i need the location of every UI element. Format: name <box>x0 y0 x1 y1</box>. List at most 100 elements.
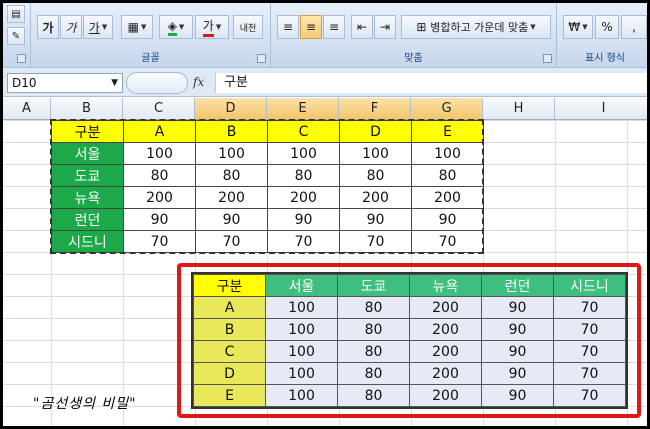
table-cell[interactable]: 도쿄 <box>337 274 410 297</box>
column-header-g[interactable]: G <box>411 98 483 120</box>
clipboard-launcher-icon[interactable] <box>17 54 26 63</box>
table-cell[interactable]: 80 <box>337 340 410 363</box>
table-cell[interactable]: 200 <box>339 186 412 209</box>
table-cell[interactable]: 90 <box>411 208 484 231</box>
table-cell[interactable]: 200 <box>267 186 340 209</box>
table-cell[interactable]: A <box>193 296 266 319</box>
column-header-e[interactable]: E <box>267 98 339 120</box>
table-cell[interactable]: 90 <box>267 208 340 231</box>
table-cell[interactable]: 100 <box>339 142 412 165</box>
column-header-f[interactable]: F <box>339 98 411 120</box>
table-cell[interactable]: 70 <box>553 318 626 341</box>
table-cell[interactable]: 뉴욕 <box>51 186 124 209</box>
column-header-h[interactable]: H <box>483 98 555 120</box>
table-cell[interactable]: E <box>193 384 266 407</box>
underline-button[interactable]: 가 ▼ <box>83 15 113 39</box>
table-cell[interactable]: 90 <box>481 362 554 385</box>
table-cell[interactable]: D <box>339 120 412 143</box>
copy-icon[interactable]: ▤ <box>7 5 25 23</box>
column-header-c[interactable]: C <box>123 98 195 120</box>
increase-indent-icon[interactable]: ⇥ <box>374 15 396 39</box>
table-cell[interactable]: 런던 <box>51 208 124 231</box>
table-cell[interactable]: 70 <box>339 230 412 253</box>
table-cell[interactable]: 100 <box>265 296 338 319</box>
table-cell[interactable]: A <box>123 120 196 143</box>
table-cell[interactable]: 80 <box>123 164 196 187</box>
table-cell[interactable]: 100 <box>195 142 268 165</box>
table-cell[interactable]: 70 <box>123 230 196 253</box>
table-cell[interactable]: 시드니 <box>51 230 124 253</box>
table-cell[interactable]: 200 <box>409 362 482 385</box>
table-cell[interactable]: 80 <box>337 296 410 319</box>
table-cell[interactable]: 90 <box>481 296 554 319</box>
chevron-down-icon[interactable]: ▼ <box>111 74 118 92</box>
align-launcher-icon[interactable] <box>543 54 552 63</box>
table-cell[interactable]: 70 <box>553 340 626 363</box>
table-cell[interactable]: 70 <box>553 362 626 385</box>
table-cell[interactable]: 90 <box>481 384 554 407</box>
table-cell[interactable]: 80 <box>411 164 484 187</box>
table-cell[interactable]: 100 <box>265 362 338 385</box>
table-cell[interactable]: 구분 <box>193 274 266 297</box>
formula-controls[interactable] <box>126 72 188 94</box>
table-cell[interactable]: 70 <box>553 384 626 407</box>
table-cell[interactable]: 200 <box>411 186 484 209</box>
column-header-d[interactable]: D <box>195 98 267 120</box>
font-launcher-icon[interactable] <box>257 54 266 63</box>
column-header-b[interactable]: B <box>51 98 123 120</box>
table-cell[interactable]: 80 <box>339 164 412 187</box>
table-cell[interactable]: 서울 <box>265 274 338 297</box>
table-cell[interactable]: 런던 <box>481 274 554 297</box>
table-cell[interactable]: 80 <box>267 164 340 187</box>
name-box[interactable]: D10 ▼ <box>7 73 123 93</box>
italic-button[interactable]: 가 <box>60 15 82 39</box>
insert-function-icon[interactable]: fx <box>193 75 204 89</box>
table-cell[interactable]: 뉴욕 <box>409 274 482 297</box>
decrease-indent-icon[interactable]: ⇤ <box>351 15 373 39</box>
table-cell[interactable]: 90 <box>481 318 554 341</box>
table-cell[interactable]: 100 <box>265 384 338 407</box>
bold-button[interactable]: 가 <box>37 15 59 39</box>
table-cell[interactable]: 200 <box>409 340 482 363</box>
border-button[interactable]: ▦ ▼ <box>121 15 153 39</box>
table-cell[interactable]: 200 <box>409 318 482 341</box>
table-cell[interactable]: 80 <box>337 362 410 385</box>
align-right-icon[interactable]: ≡ <box>323 15 345 39</box>
table-cell[interactable]: 90 <box>481 340 554 363</box>
table-cell[interactable]: 200 <box>195 186 268 209</box>
font-color-button[interactable]: 가 ▼ <box>195 15 229 39</box>
table-cell[interactable]: B <box>193 318 266 341</box>
table-cell[interactable]: 80 <box>337 384 410 407</box>
table-cell[interactable]: 시드니 <box>553 274 626 297</box>
table-cell[interactable]: 70 <box>195 230 268 253</box>
table-cell[interactable]: E <box>411 120 484 143</box>
format-painter-icon[interactable]: ✎ <box>7 27 25 45</box>
align-center-icon[interactable]: ≡ <box>300 15 322 39</box>
column-header-a[interactable]: A <box>3 98 51 120</box>
table-cell[interactable]: 100 <box>411 142 484 165</box>
comma-button[interactable]: , <box>621 15 647 39</box>
table-cell[interactable]: 70 <box>267 230 340 253</box>
table-cell[interactable]: C <box>267 120 340 143</box>
table-cell[interactable]: 80 <box>195 164 268 187</box>
table-cell[interactable]: 80 <box>337 318 410 341</box>
table-cell[interactable]: C <box>193 340 266 363</box>
percent-button[interactable]: % <box>595 15 619 39</box>
table-cell[interactable]: 70 <box>553 296 626 319</box>
column-header-i[interactable]: I <box>555 98 647 120</box>
align-left-icon[interactable]: ≡ <box>277 15 299 39</box>
formula-input[interactable]: 구분 <box>215 73 647 93</box>
table-cell[interactable]: 90 <box>123 208 196 231</box>
table-cell[interactable]: 70 <box>411 230 484 253</box>
fill-color-button[interactable]: ◈ ▼ <box>159 15 193 39</box>
table-cell[interactable]: 100 <box>265 318 338 341</box>
table-cell[interactable]: D <box>193 362 266 385</box>
table-cell[interactable]: 서울 <box>51 142 124 165</box>
table-cell[interactable]: 100 <box>265 340 338 363</box>
table-cell[interactable]: 90 <box>195 208 268 231</box>
phonetic-button[interactable]: 내천 <box>233 15 263 39</box>
table-cell[interactable]: 200 <box>123 186 196 209</box>
currency-button[interactable]: ₩ ▼ <box>563 15 593 39</box>
table-cell[interactable]: 100 <box>123 142 196 165</box>
table-cell[interactable]: 200 <box>409 384 482 407</box>
